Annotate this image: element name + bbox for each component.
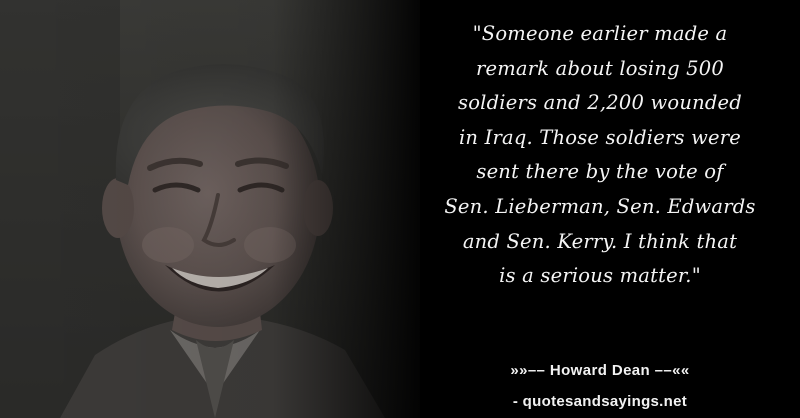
quote-line: in Iraq. Those soldiers were	[458, 125, 742, 149]
quote-line: Sen. Lieberman, Sen. Edwards	[444, 194, 756, 218]
quote-author: »»–– Howard Dean ––««	[510, 362, 690, 379]
quote-line: and Sen. Kerry. I think that	[462, 229, 738, 253]
quote-line: sent there by the vote of	[476, 160, 724, 184]
source-website: - quotesandsayings.net	[512, 393, 688, 410]
quote-line: remark about losing 500	[475, 56, 725, 80]
quote-line: is a serious matter."	[499, 264, 701, 288]
quote-text: "Someone earlier made a remark about los…	[418, 17, 782, 294]
quote-line: soldiers and 2,200 wounded	[458, 91, 742, 115]
quote-line: "Someone earlier made a	[472, 22, 728, 45]
